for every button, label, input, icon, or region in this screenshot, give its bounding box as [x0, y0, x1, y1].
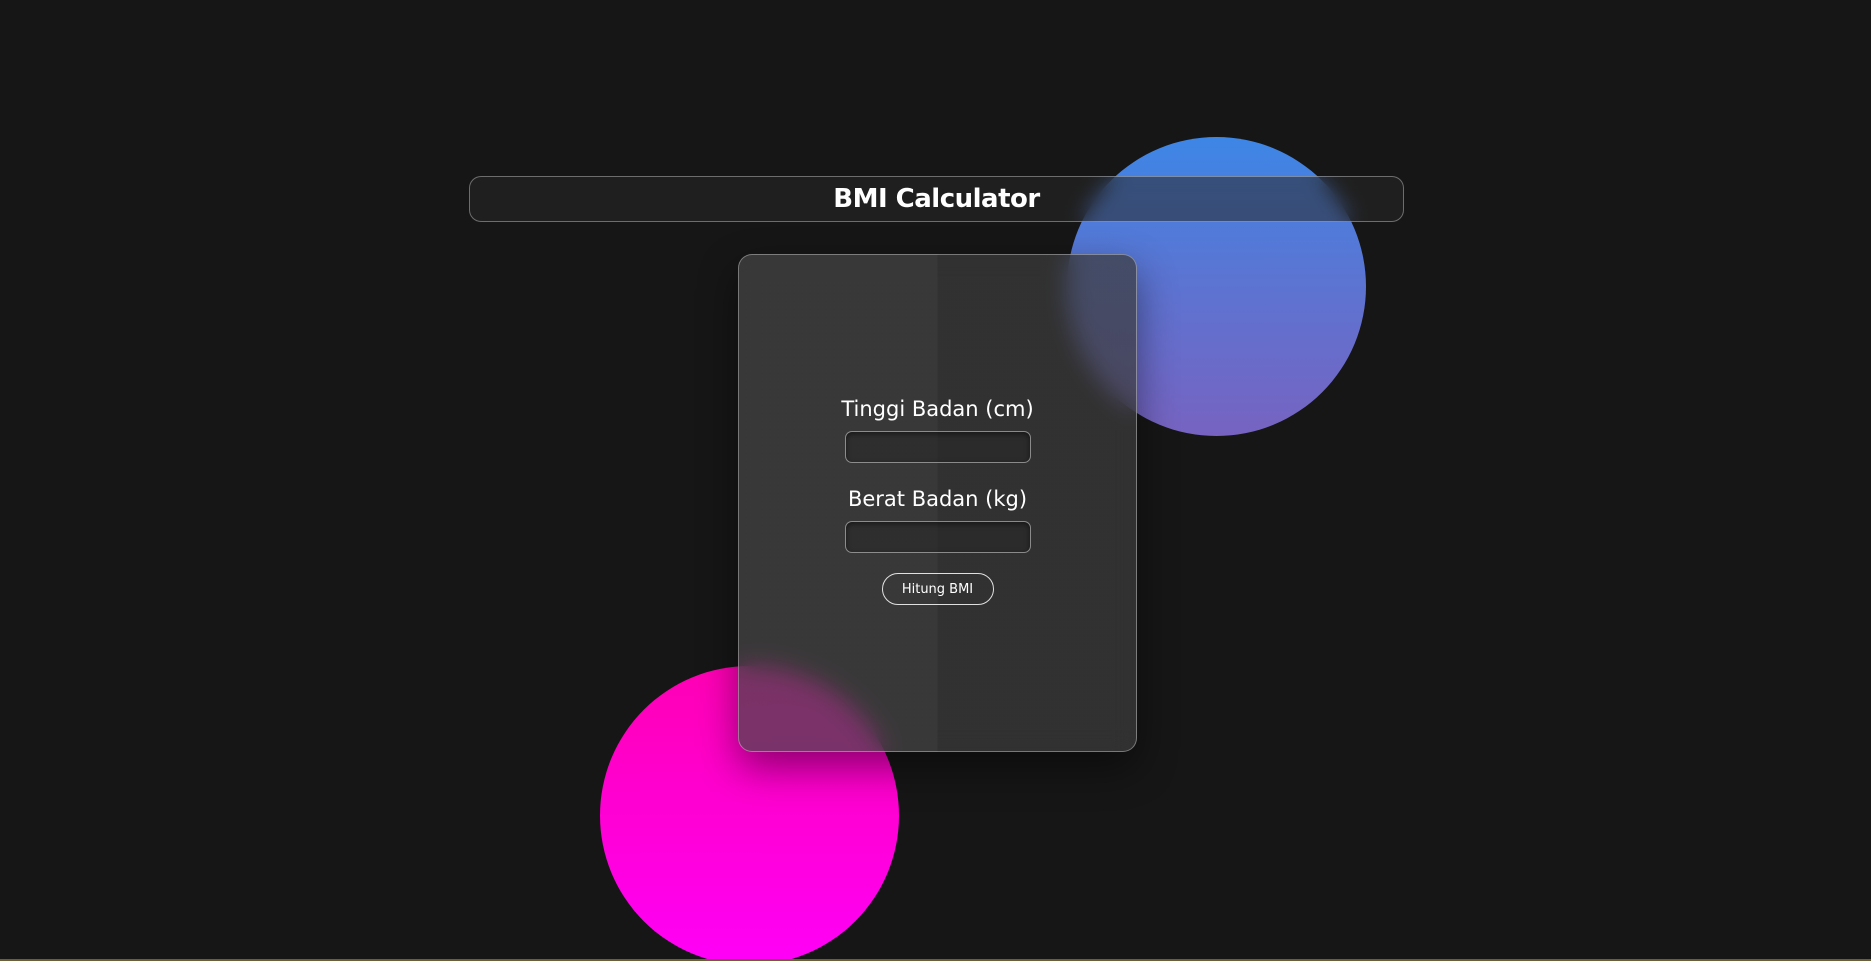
height-input[interactable]: [844, 431, 1031, 463]
page: BMI Calculator Tinggi Badan (cm) Berat B…: [0, 0, 1871, 961]
bmi-form-card: Tinggi Badan (cm) Berat Badan (kg) Hitun…: [738, 254, 1137, 752]
weight-input[interactable]: [844, 521, 1031, 553]
calculate-bmi-button[interactable]: Hitung BMI: [881, 573, 994, 605]
bmi-form: Tinggi Badan (cm) Berat Badan (kg) Hitun…: [739, 395, 1136, 605]
height-label: Tinggi Badan (cm): [841, 397, 1034, 421]
page-title: BMI Calculator: [833, 184, 1040, 214]
weight-label: Berat Badan (kg): [847, 487, 1028, 511]
header-bar: BMI Calculator: [469, 176, 1404, 222]
